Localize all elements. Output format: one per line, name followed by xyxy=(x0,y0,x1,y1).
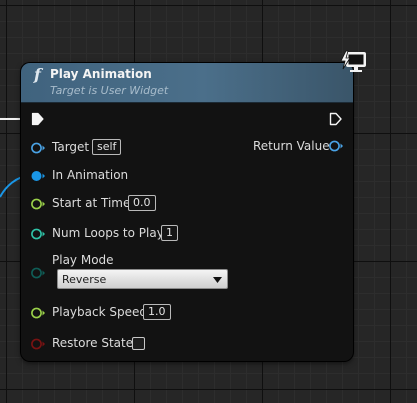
num-loops-field[interactable]: 1 xyxy=(161,225,178,241)
play-mode-dropdown[interactable]: Reverse xyxy=(57,269,228,289)
num-loops-label: Num Loops to Play xyxy=(52,226,164,240)
in-animation-label: In Animation xyxy=(52,168,129,182)
return-value-pin-icon[interactable] xyxy=(328,139,344,153)
lightning-monitor-icon xyxy=(340,50,366,72)
start-at-time-pin-icon[interactable] xyxy=(30,197,46,211)
playback-speed-field[interactable]: 1.0 xyxy=(143,304,171,320)
start-at-time-label: Start at Time xyxy=(52,196,131,210)
node-subtitle: Target is User Widget xyxy=(50,84,169,97)
playback-speed-pin-icon[interactable] xyxy=(30,306,46,320)
exec-in-pin-icon[interactable] xyxy=(31,112,45,126)
in-animation-pin-icon[interactable] xyxy=(30,169,46,183)
restore-state-label: Restore State xyxy=(52,336,134,350)
play-animation-node[interactable]: f Play Animation Target is User Widget T… xyxy=(21,63,353,361)
function-icon: f xyxy=(34,65,41,84)
play-mode-selected-value: Reverse xyxy=(62,273,107,286)
start-at-time-field[interactable]: 0.0 xyxy=(128,195,156,211)
target-value-field[interactable]: self xyxy=(92,139,122,155)
restore-state-pin-icon[interactable] xyxy=(30,337,46,351)
return-value-label: Return Value xyxy=(253,139,330,153)
target-pin-icon[interactable] xyxy=(30,141,46,155)
restore-state-checkbox[interactable] xyxy=(132,337,145,350)
exec-out-pin-icon[interactable] xyxy=(329,112,343,126)
target-label: Target xyxy=(52,140,90,154)
node-header[interactable]: f Play Animation Target is User Widget xyxy=(21,63,353,103)
num-loops-pin-icon[interactable] xyxy=(30,227,46,241)
playback-speed-label: Playback Speed xyxy=(52,305,147,319)
play-mode-label: Play Mode xyxy=(52,253,114,267)
play-mode-pin-icon[interactable] xyxy=(30,266,46,280)
node-title: Play Animation xyxy=(50,67,152,81)
chevron-down-icon xyxy=(213,277,222,283)
